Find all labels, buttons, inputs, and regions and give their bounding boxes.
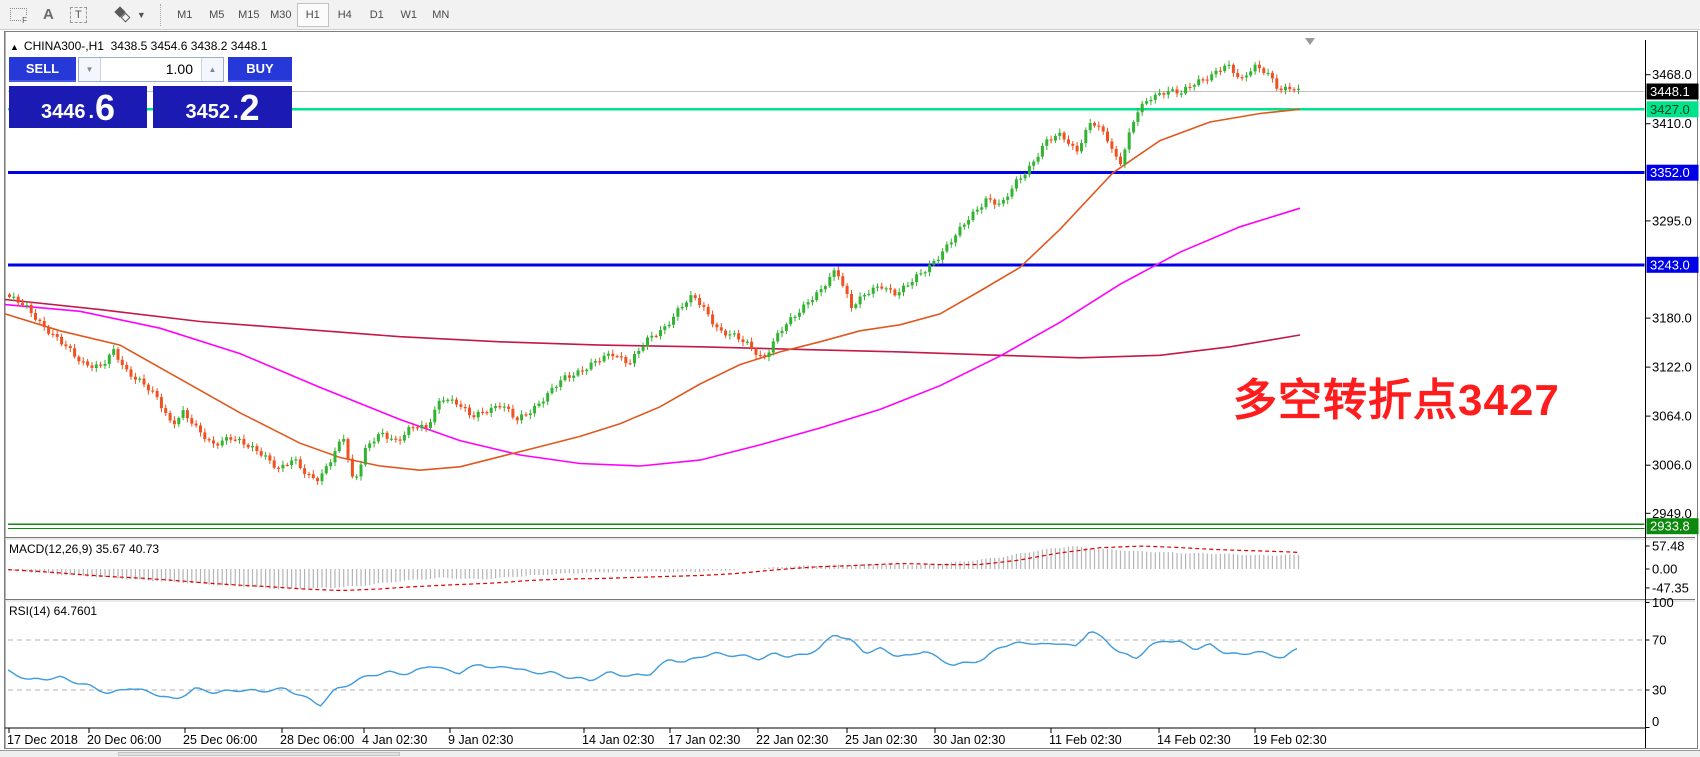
horizontal-lines — [8, 92, 1645, 529]
ohlc-values: 3438.5 3454.6 3438.2 3448.1 — [111, 39, 268, 53]
sell-price-big-digit: 6 — [95, 91, 115, 125]
svg-text:17 Dec 2018: 17 Dec 2018 — [7, 733, 78, 747]
svg-text:14 Feb 02:30: 14 Feb 02:30 — [1157, 733, 1231, 747]
rsi-panel — [8, 632, 1645, 706]
annotation-text: 多空转折点3427 — [1233, 364, 1560, 428]
timeframe-button-m1[interactable]: M1 — [169, 3, 201, 27]
timeframe-button-m30[interactable]: M30 — [265, 3, 297, 27]
ma-slow-crimson-line — [5, 300, 1300, 358]
svg-text:-47.35: -47.35 — [1652, 580, 1689, 595]
moving-averages — [5, 109, 1300, 470]
timeframe-button-w1[interactable]: W1 — [393, 3, 425, 27]
rsi-line — [8, 632, 1297, 706]
svg-text:20 Dec 06:00: 20 Dec 06:00 — [87, 733, 161, 747]
collapse-arrow-icon[interactable]: ▲ — [10, 42, 19, 52]
svg-text:2933.8: 2933.8 — [1650, 519, 1690, 534]
grid-icon-label: F — [21, 16, 27, 25]
svg-text:3468.0: 3468.0 — [1652, 67, 1692, 82]
chart-title: ▲ CHINA300-,H1 3438.5 3454.6 3438.2 3448.… — [10, 39, 267, 53]
toolbar-separator — [160, 4, 161, 26]
price-axis: 3468.0 3410.0 3295.0 3180.0 3122.0 3064.0 3006… — [1646, 40, 1699, 748]
timeframe-button-group: M1M5M15M30H1H4D1W1MN — [169, 3, 457, 27]
shapes-tool-icon[interactable]: ▼ — [97, 7, 146, 23]
svg-text:22 Jan 02:30: 22 Jan 02:30 — [756, 733, 828, 747]
svg-text:3064.0: 3064.0 — [1652, 409, 1692, 424]
svg-text:3006.0: 3006.0 — [1652, 458, 1692, 473]
cursor-a-icon[interactable]: A — [43, 6, 54, 23]
svg-text:70: 70 — [1652, 633, 1666, 648]
rsi-indicator-label: RSI(14) 64.7601 — [9, 604, 97, 618]
volume-input[interactable]: 1.00 — [101, 58, 201, 81]
svg-text:3448.1: 3448.1 — [1650, 84, 1690, 99]
volume-increase-button[interactable]: ▲ — [201, 58, 223, 81]
svg-text:4 Jan 02:30: 4 Jan 02:30 — [362, 733, 427, 747]
svg-text:30 Jan 02:30: 30 Jan 02:30 — [933, 733, 1005, 747]
svg-text:3427.0: 3427.0 — [1650, 102, 1690, 117]
buy-price-dot: . — [233, 99, 239, 125]
timeframe-button-h4[interactable]: H4 — [329, 3, 361, 27]
chart-shift-marker-icon[interactable] — [1305, 38, 1315, 45]
buy-button[interactable]: BUY — [228, 57, 292, 82]
time-axis: 17 Dec 2018 20 Dec 06:00 25 Dec 06:00 28 De… — [7, 728, 1327, 747]
timeframe-button-h1[interactable]: H1 — [297, 3, 329, 27]
volume-spinner: ▼ 1.00 ▲ — [78, 57, 224, 82]
svg-text:25 Dec 06:00: 25 Dec 06:00 — [183, 733, 257, 747]
svg-text:3122.0: 3122.0 — [1652, 360, 1692, 375]
svg-text:0: 0 — [1652, 714, 1659, 729]
chevron-down-icon[interactable]: ▼ — [137, 10, 146, 20]
volume-decrease-button[interactable]: ▼ — [79, 58, 101, 81]
macd-panel — [8, 546, 1299, 590]
svg-text:3295.0: 3295.0 — [1652, 213, 1692, 228]
svg-text:11 Feb 02:30: 11 Feb 02:30 — [1049, 733, 1122, 747]
svg-text:3410.0: 3410.0 — [1652, 116, 1692, 131]
svg-text:14 Jan 02:30: 14 Jan 02:30 — [582, 733, 654, 747]
toolbar: F A T ▼ M1M5M15M30H1H4D1W1MN — [0, 0, 1700, 30]
sell-price-main: 3446 — [41, 99, 86, 125]
macd-signal-line — [8, 546, 1298, 590]
svg-text:100: 100 — [1652, 595, 1674, 610]
svg-text:3243.0: 3243.0 — [1650, 257, 1690, 272]
sell-price-display[interactable]: 3446.6 — [9, 86, 147, 128]
timeframe-button-m15[interactable]: M15 — [233, 3, 265, 27]
svg-text:57.48: 57.48 — [1652, 539, 1685, 554]
timeframe-button-d1[interactable]: D1 — [361, 3, 393, 27]
svg-text:3352.0: 3352.0 — [1650, 165, 1690, 180]
text-label-icon[interactable]: T — [70, 7, 87, 23]
macd-indicator-label: MACD(12,26,9) 35.67 40.73 — [9, 542, 159, 556]
svg-text:25 Jan 02:30: 25 Jan 02:30 — [845, 733, 917, 747]
svg-text:28 Dec 06:00: 28 Dec 06:00 — [280, 733, 354, 747]
sell-price-dot: . — [88, 99, 94, 125]
svg-text:19 Feb 02:30: 19 Feb 02:30 — [1253, 733, 1327, 747]
one-click-trade-panel: SELL ▼ 1.00 ▲ BUY 3446.6 3452.2 — [9, 57, 292, 128]
svg-text:3180.0: 3180.0 — [1652, 311, 1692, 326]
symbol-name: CHINA300-,H1 — [24, 39, 104, 53]
buy-price-big-digit: 2 — [240, 91, 260, 125]
timeframe-button-m5[interactable]: M5 — [201, 3, 233, 27]
shapes-icon — [113, 7, 133, 23]
timeframe-button-mn[interactable]: MN — [425, 3, 457, 27]
grid-icon: F — [10, 8, 27, 21]
svg-text:9 Jan 02:30: 9 Jan 02:30 — [448, 733, 513, 747]
buy-price-main: 3452 — [185, 99, 230, 125]
bottom-status-strip — [0, 750, 1700, 757]
ma-fast-orange-line — [5, 109, 1300, 470]
indicator-list-icon[interactable]: F — [10, 8, 27, 21]
svg-text:0.00: 0.00 — [1652, 562, 1677, 577]
svg-text:17 Jan 02:30: 17 Jan 02:30 — [668, 733, 740, 747]
scrollbar-thumb[interactable] — [118, 752, 400, 756]
buy-price-display[interactable]: 3452.2 — [153, 86, 292, 128]
svg-text:30: 30 — [1652, 683, 1666, 698]
sell-button[interactable]: SELL — [9, 57, 76, 82]
